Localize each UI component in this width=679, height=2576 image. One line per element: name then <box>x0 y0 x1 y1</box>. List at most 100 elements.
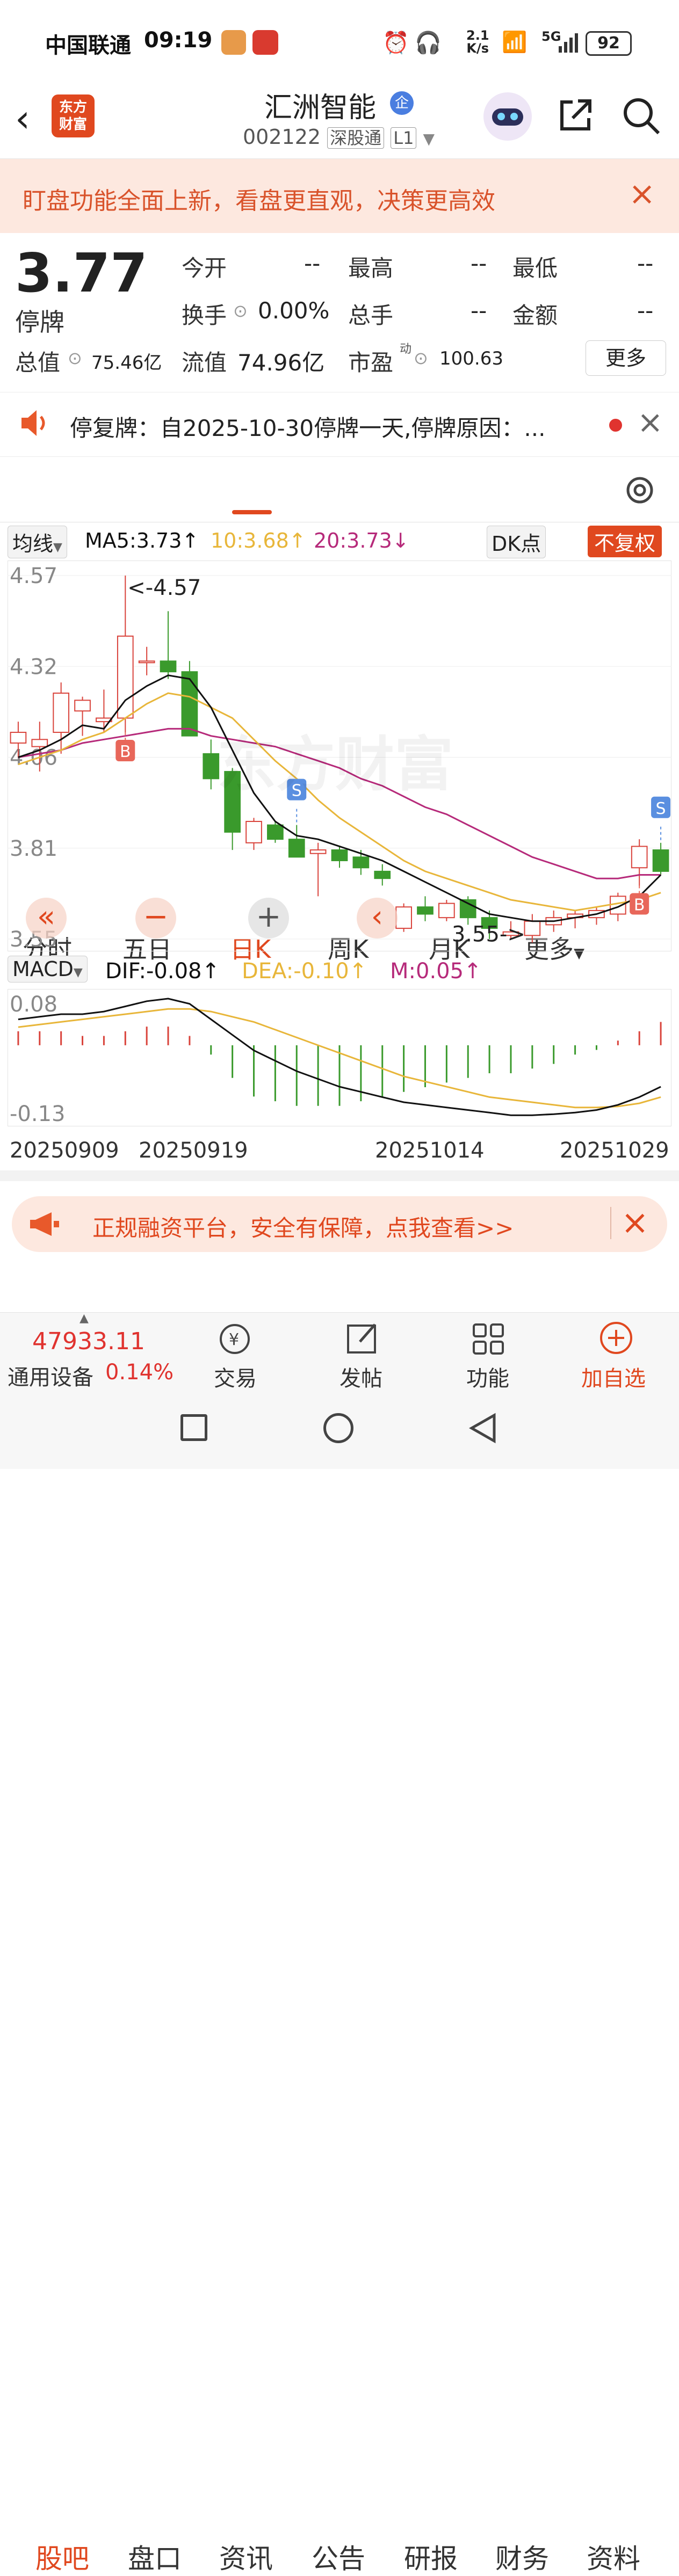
tab-research[interactable]: 研报 <box>404 2537 458 2576</box>
candle-body <box>160 660 177 673</box>
info-icon[interactable]: ⊙ <box>414 348 428 368</box>
y-tick-label: 4.57 <box>10 564 57 588</box>
zoom-in-button[interactable]: + <box>248 898 289 938</box>
feature-banner[interactable]: 盯盘功能全面上新，看盘更直观，决策更高效 × <box>0 159 679 233</box>
trade-label[interactable]: 交易 <box>214 1361 257 1392</box>
sector-name[interactable]: 通用设备 <box>8 1360 93 1391</box>
scroll-left-button[interactable]: « <box>26 898 67 938</box>
candlestick-chart[interactable]: 4.57 4.32 4.06 3.81 3.55 <-4.57 3.55-> B S S B 东方财… <box>8 561 671 952</box>
watermark: 东方财富 <box>217 730 453 799</box>
add-favorite-label[interactable]: 加自选 <box>581 1361 646 1392</box>
share-icon[interactable] <box>557 96 595 134</box>
zoom-out-button[interactable]: − <box>135 898 176 938</box>
close-icon[interactable]: × <box>629 175 655 213</box>
candle-body <box>524 920 541 936</box>
eastmoney-logo: 东方 财富 <box>52 94 95 137</box>
info-icon[interactable]: ⊙ <box>68 348 82 368</box>
settings-gear-icon[interactable] <box>622 472 658 508</box>
prev-button[interactable]: ‹ <box>357 898 398 938</box>
date-tick: 20250919 <box>139 1138 248 1163</box>
y-tick-label: 4.32 <box>10 654 57 679</box>
tab-profile[interactable]: 资料 <box>587 2537 640 2576</box>
banner-text: 盯盘功能全面上新，看盘更直观，决策更高效 <box>23 187 495 215</box>
tab-guba[interactable]: 股吧 <box>35 2537 89 2576</box>
add-favorite-icon[interactable] <box>597 1319 635 1357</box>
candle-body <box>10 732 27 744</box>
quote-panel: 3.77 停牌 今开 -- 最高 -- 最低 -- 换手 ⊙ 0.00% 总手 … <box>0 233 679 392</box>
tab-news[interactable]: 资讯 <box>219 2537 273 2576</box>
back-nav-icon[interactable] <box>467 1412 500 1444</box>
dif-value: DIF:-0.08 <box>105 959 202 984</box>
post-icon[interactable] <box>344 1320 381 1358</box>
clock: 09:19 <box>144 28 213 53</box>
promo-banner[interactable]: 正规融资平台，安全有保障，点我查看>> × <box>12 1196 667 1252</box>
recent-apps-icon[interactable] <box>180 1414 207 1441</box>
dk-point-button[interactable]: DK点 <box>487 526 546 558</box>
macd-y-tick: 0.08 <box>10 992 57 1017</box>
trade-icon[interactable]: ¥ <box>216 1320 254 1358</box>
market-cap-value: 75.46亿 <box>91 352 162 374</box>
macd-chart[interactable]: 0.08 -0.13 <box>8 989 671 1126</box>
ma5-label: MA5:3.73↑ <box>85 529 199 552</box>
arrow-up-icon: ↑ <box>349 959 367 984</box>
y-tick-label: 3.81 <box>10 836 57 861</box>
float-cap-value: 74.96亿 <box>237 350 325 376</box>
buy-marker-label: B <box>120 743 131 761</box>
arrow-down-icon: ↓ <box>392 529 409 552</box>
assistant-avatar[interactable] <box>483 92 532 141</box>
stock-code-row[interactable]: 002122 深股通 L1 ▼ <box>243 125 435 149</box>
search-icon[interactable] <box>621 96 662 136</box>
candle-body <box>74 700 91 712</box>
candle-body <box>438 903 455 919</box>
net-speed: 2.1 K/s <box>466 29 489 55</box>
wifi-icon: 📶 <box>502 30 528 54</box>
net-speed-unit: K/s <box>466 41 489 56</box>
megaphone-icon <box>28 1209 62 1239</box>
macd-selector[interactable]: MACD▼ <box>8 956 88 983</box>
announcement-bar[interactable]: 停复牌：自2025-10-30停牌一天,停牌原因：... × <box>0 392 679 457</box>
close-icon[interactable]: × <box>621 1203 649 1242</box>
tab-pankou[interactable]: 盘口 <box>128 2537 182 2576</box>
home-icon[interactable] <box>323 1413 353 1443</box>
volume-label: 总手 <box>348 302 394 329</box>
info-icon[interactable]: ⊙ <box>233 301 248 321</box>
tab-announcement[interactable]: 公告 <box>312 2537 365 2576</box>
ma-selector[interactable]: 均线▼ <box>8 526 67 558</box>
m-label: M:0.05↑ <box>390 959 482 984</box>
network-type: 5G <box>541 29 561 44</box>
candle-body <box>352 856 370 869</box>
back-icon[interactable]: ‹ <box>15 97 30 141</box>
close-icon[interactable]: × <box>637 404 663 440</box>
macd-selector-label: MACD <box>12 957 74 981</box>
logo-text-1: 东方 <box>59 99 87 115</box>
carrier-label: 中国联通 <box>45 33 131 58</box>
post-label[interactable]: 发帖 <box>340 1361 382 1392</box>
content-tabs: 股吧 盘口 资讯 公告 研报 财务 资料 <box>0 1262 679 2574</box>
adjustment-button[interactable]: 不复权 <box>588 526 662 557</box>
sector-change: 0.14% <box>105 1360 174 1385</box>
macd-svg[interactable]: 0.08 -0.13 <box>8 989 671 1126</box>
more-button[interactable]: 更多 <box>586 340 666 376</box>
candle-body <box>31 739 48 747</box>
signal-icon <box>559 33 578 53</box>
macd-legend-row: MACD▼ DIF:-0.08↑ DEA:-0.10↑ M:0.05↑ <box>0 954 679 989</box>
candle-body <box>374 870 391 879</box>
pe-label: 市盈 <box>348 350 394 376</box>
chart-tabs: 分时 五日 日K 周K 月K 更多▼ <box>0 456 679 964</box>
chevron-up-icon[interactable]: ▲ <box>80 1312 89 1325</box>
candle-body <box>245 820 262 843</box>
sector-index-value[interactable]: 47933.11 <box>32 1328 145 1355</box>
chevron-down-icon: ▼ <box>73 966 83 979</box>
function-label[interactable]: 功能 <box>466 1361 509 1392</box>
candle-body <box>652 849 669 872</box>
candle-body <box>417 906 434 915</box>
amount-value: -- <box>637 297 654 324</box>
ma20-value: 20:3.73 <box>314 529 392 552</box>
function-grid-icon[interactable] <box>469 1320 507 1358</box>
arrow-up-icon: ↑ <box>464 959 482 984</box>
tab-finance[interactable]: 财务 <box>495 2537 549 2576</box>
net-speed-value: 2.1 <box>466 28 489 43</box>
amount-label: 金额 <box>512 302 558 329</box>
chevron-down-icon: ▼ <box>423 130 435 148</box>
section-divider <box>0 1170 679 1181</box>
